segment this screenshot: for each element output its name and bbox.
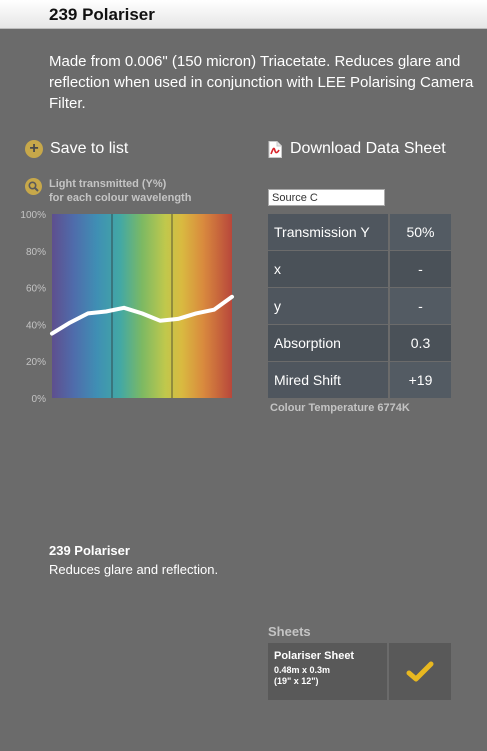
product-title: 239 Polariser (49, 5, 155, 24)
save-to-list-button[interactable]: + Save to list (25, 140, 128, 158)
table-row: Mired Shift +19 (268, 362, 451, 398)
spec-label: Mired Shift (268, 362, 388, 398)
table-row: Transmission Y 50% (268, 214, 451, 250)
spec-label: Absorption (268, 325, 388, 361)
specs-table: Transmission Y 50% x - y - Absorption 0.… (268, 213, 451, 399)
title-bar: 239 Polariser (0, 0, 487, 29)
y-tick-label: 0% (32, 394, 47, 405)
y-tick-label: 100% (20, 210, 46, 221)
sheet-select-toggle[interactable] (389, 643, 451, 700)
graph-title: Light transmitted (Y%) for each colour w… (25, 177, 191, 205)
y-tick-label: 80% (26, 247, 46, 258)
colour-temperature: Colour Temperature 6774K (270, 402, 410, 414)
sheet-info: Polariser Sheet 0.48m x 0.3m (19" x 12") (268, 643, 387, 700)
table-row: x - (268, 251, 451, 287)
magnifier-icon (25, 178, 42, 195)
product-description: Made from 0.006" (150 micron) Triacetate… (49, 53, 474, 112)
sheets-heading: Sheets (268, 624, 311, 639)
table-row: y - (268, 288, 451, 324)
table-row: Absorption 0.3 (268, 325, 451, 361)
transmission-chart: 100% 80% 60% 40% 20% 0% (20, 210, 234, 405)
checkmark-icon (406, 661, 434, 681)
product-summary-description: Reduces glare and reflection. (49, 562, 219, 577)
save-to-list-label: Save to list (50, 140, 129, 157)
graph-title-line1: Light transmitted (Y%) (49, 178, 167, 190)
y-tick-label: 40% (26, 320, 46, 331)
graph-title-line2: for each colour wavelength (49, 192, 192, 204)
plus-icon: + (25, 140, 43, 158)
product-summary-name: 239 Polariser (49, 543, 130, 558)
y-tick-label: 60% (26, 284, 46, 295)
y-tick-label: 20% (26, 357, 46, 368)
spec-label: Transmission Y (268, 214, 388, 250)
download-data-sheet-label: Download Data Sheet (290, 140, 446, 157)
source-input[interactable] (268, 189, 385, 206)
download-data-sheet-link[interactable]: Download Data Sheet (268, 140, 446, 158)
pdf-icon (268, 140, 282, 158)
sheet-size-imperial: (19" x 12") (274, 676, 319, 686)
spec-value: - (388, 288, 451, 324)
spec-value: - (388, 251, 451, 287)
sheet-name: Polariser Sheet (274, 650, 355, 662)
sheet-size-metric: 0.48m x 0.3m (274, 665, 331, 675)
plot-area (52, 214, 232, 398)
spec-value: +19 (388, 362, 451, 398)
spec-label: x (268, 251, 388, 287)
spec-label: y (268, 288, 388, 324)
spec-value: 50% (388, 214, 451, 250)
sheet-item[interactable]: Polariser Sheet 0.48m x 0.3m (19" x 12") (268, 643, 451, 700)
spec-value: 0.3 (388, 325, 451, 361)
